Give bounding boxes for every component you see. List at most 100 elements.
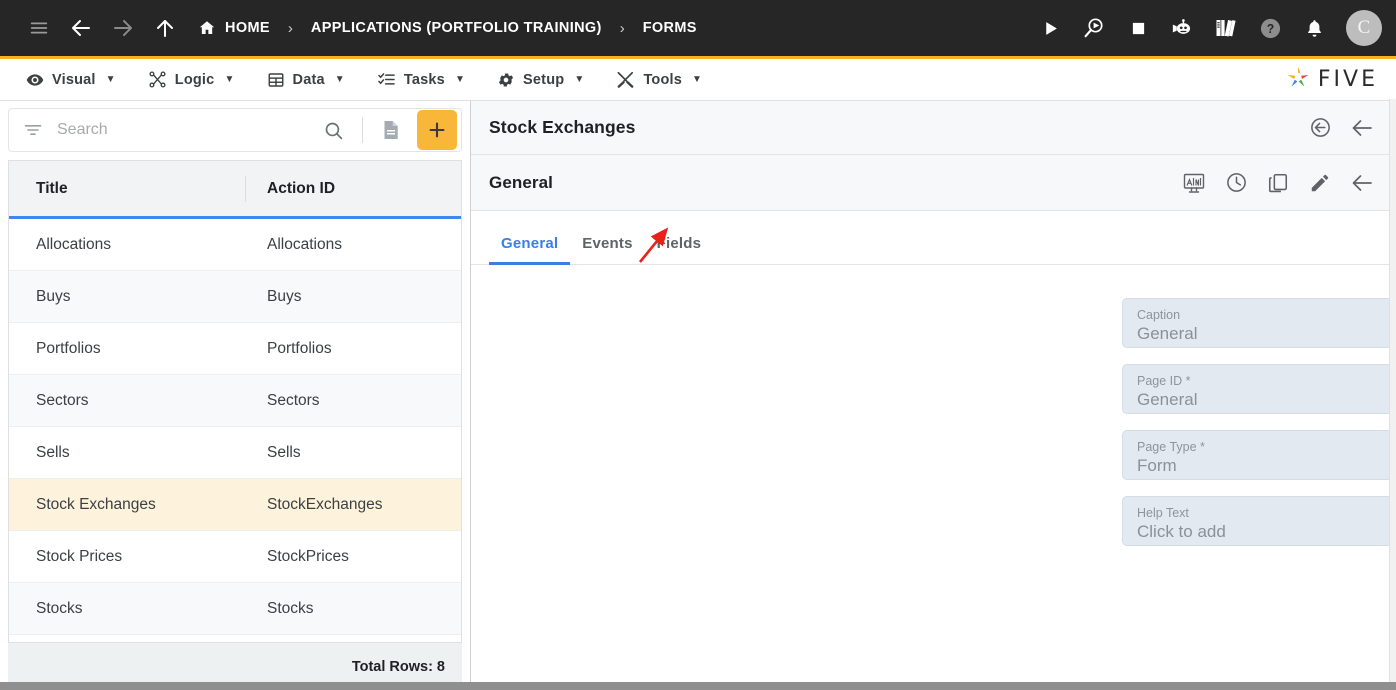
menu-item-setup[interactable]: Setup ▼ [481,60,600,100]
history-icon[interactable] [1218,165,1254,201]
document-icon[interactable] [375,118,407,142]
breadcrumb-item-home[interactable]: HOME [198,19,270,37]
help-icon[interactable]: ? [1250,8,1290,48]
column-header-title[interactable]: Title [9,180,245,198]
menu-item-visual[interactable]: Visual ▼ [10,60,132,100]
breadcrumb: HOME › APPLICATIONS (PORTFOLIO TRAINING)… [198,19,697,37]
cell-title: Stocks [36,599,83,617]
stop-icon[interactable] [1118,8,1158,48]
page-subtitle: General [489,172,554,192]
chevron-down-icon: ▼ [454,74,466,85]
grid-body: Allocations Allocations Buys Buys Portfo… [9,219,461,642]
avatar[interactable]: C [1346,10,1382,46]
menu-label-tools: Tools [643,71,683,88]
cell-action-id: Buys [267,287,302,305]
up-icon[interactable] [144,7,186,49]
notifications-icon[interactable] [1294,8,1334,48]
table-row[interactable]: Stock Prices StockPrices [9,531,461,583]
top-navigation-bar: HOME › APPLICATIONS (PORTFOLIO TRAINING)… [0,0,1396,56]
form-fields: Caption General Page ID * General Page T… [1122,298,1396,562]
cell-action-id: StockPrices [267,547,349,565]
tab-events[interactable]: Events [570,235,644,264]
breadcrumb-label-applications: APPLICATIONS (PORTFOLIO TRAINING) [310,20,602,36]
cell-title: Portfolios [36,339,101,357]
menu-label-tasks: Tasks [403,71,445,88]
search-bar [8,108,462,152]
back-icon[interactable] [1344,165,1380,201]
filter-icon[interactable] [19,120,47,140]
record-header-actions [1302,110,1380,146]
help-text-field[interactable]: Help Text Click to add [1122,496,1396,546]
breadcrumb-label-forms: FORMS [642,20,697,36]
revert-icon[interactable] [1302,110,1338,146]
eye-icon [26,71,44,89]
table-icon [267,71,285,89]
table-row[interactable]: Stocks Stocks [9,583,461,635]
record-header: Stock Exchanges [471,101,1396,155]
table-row-selected[interactable]: Stock Exchanges StockExchanges [9,479,461,531]
table-row[interactable]: Portfolios Portfolios [9,323,461,375]
chevron-down-icon: ▼ [224,74,235,85]
tab-fields[interactable]: Fields [645,235,714,264]
five-pinwheel-icon [1285,64,1311,95]
cell-action-id: StockExchanges [267,495,383,513]
page-header: General [471,155,1396,211]
forms-list-panel: Title Action ID Allocations Allocations … [0,101,471,690]
top-nav-actions: ? C [1030,8,1382,48]
cell-title: Sells [36,443,70,461]
page-type-field[interactable]: Page Type * Form [1122,430,1396,480]
table-row[interactable]: Buys Buys [9,271,461,323]
page-id-field[interactable]: Page ID * General [1122,364,1396,414]
chevron-down-icon: ▼ [334,74,345,85]
table-row[interactable]: Sells Sells [9,427,461,479]
cell-action-id: Portfolios [267,339,332,357]
menu-item-data[interactable]: Data ▼ [251,60,361,100]
brand-text: FIVE [1317,67,1378,92]
cell-title: Sectors [36,391,89,409]
breadcrumb-item-applications[interactable]: APPLICATIONS (PORTFOLIO TRAINING) [311,20,602,36]
edit-icon[interactable] [1302,165,1338,201]
close-icon[interactable] [1344,110,1380,146]
menu-label-data: Data [292,71,325,88]
svg-text:?: ? [1266,21,1274,35]
horizontal-scrollbar[interactable] [0,682,1396,690]
menu-item-tasks[interactable]: Tasks ▼ [361,60,481,100]
home-icon [198,19,216,37]
display-preview-icon[interactable] [1176,165,1212,201]
menu-item-tools[interactable]: Tools ▼ [600,60,718,100]
application-menu-bar: Visual ▼ Logic ▼ Data ▼ Tasks ▼ Setup ▼ … [0,56,1396,100]
menu-item-logic[interactable]: Logic ▼ [132,60,251,100]
debug-icon[interactable] [1074,8,1114,48]
cell-title: Allocations [36,235,111,253]
detail-tabs: General Events Fields [471,211,1396,265]
caption-field[interactable]: Caption General [1122,298,1396,348]
cell-action-id: Allocations [267,235,342,253]
main-body: Title Action ID Allocations Allocations … [0,99,1396,690]
back-icon[interactable] [60,7,102,49]
duplicate-icon[interactable] [1260,165,1296,201]
column-header-action-id[interactable]: Action ID [245,175,461,202]
table-row[interactable]: Allocations Allocations [9,219,461,271]
breadcrumb-item-forms[interactable]: FORMS [643,20,697,36]
chevron-down-icon: ▼ [692,74,703,85]
breadcrumb-label-home: HOME [225,20,270,36]
tab-general[interactable]: General [489,235,571,265]
vertical-scrollbar[interactable] [1389,99,1396,682]
forward-icon[interactable] [102,7,144,49]
page-type-field-label: Page Type * [1137,439,1205,454]
chatbot-icon[interactable] [1162,8,1202,48]
breadcrumb-separator: › [287,19,293,37]
toolbar-divider [362,117,363,143]
search-icon[interactable] [317,120,350,141]
cell-action-id: Sells [267,443,301,461]
search-input[interactable] [53,121,311,139]
add-button[interactable] [417,110,457,150]
menu-icon[interactable] [18,7,60,49]
library-icon[interactable] [1206,8,1246,48]
run-icon[interactable] [1030,8,1070,48]
cell-title: Stock Exchanges [36,495,156,513]
checklist-icon [377,70,396,89]
tools-icon [616,70,635,89]
table-row[interactable]: Sectors Sectors [9,375,461,427]
chevron-down-icon: ▼ [105,74,116,85]
